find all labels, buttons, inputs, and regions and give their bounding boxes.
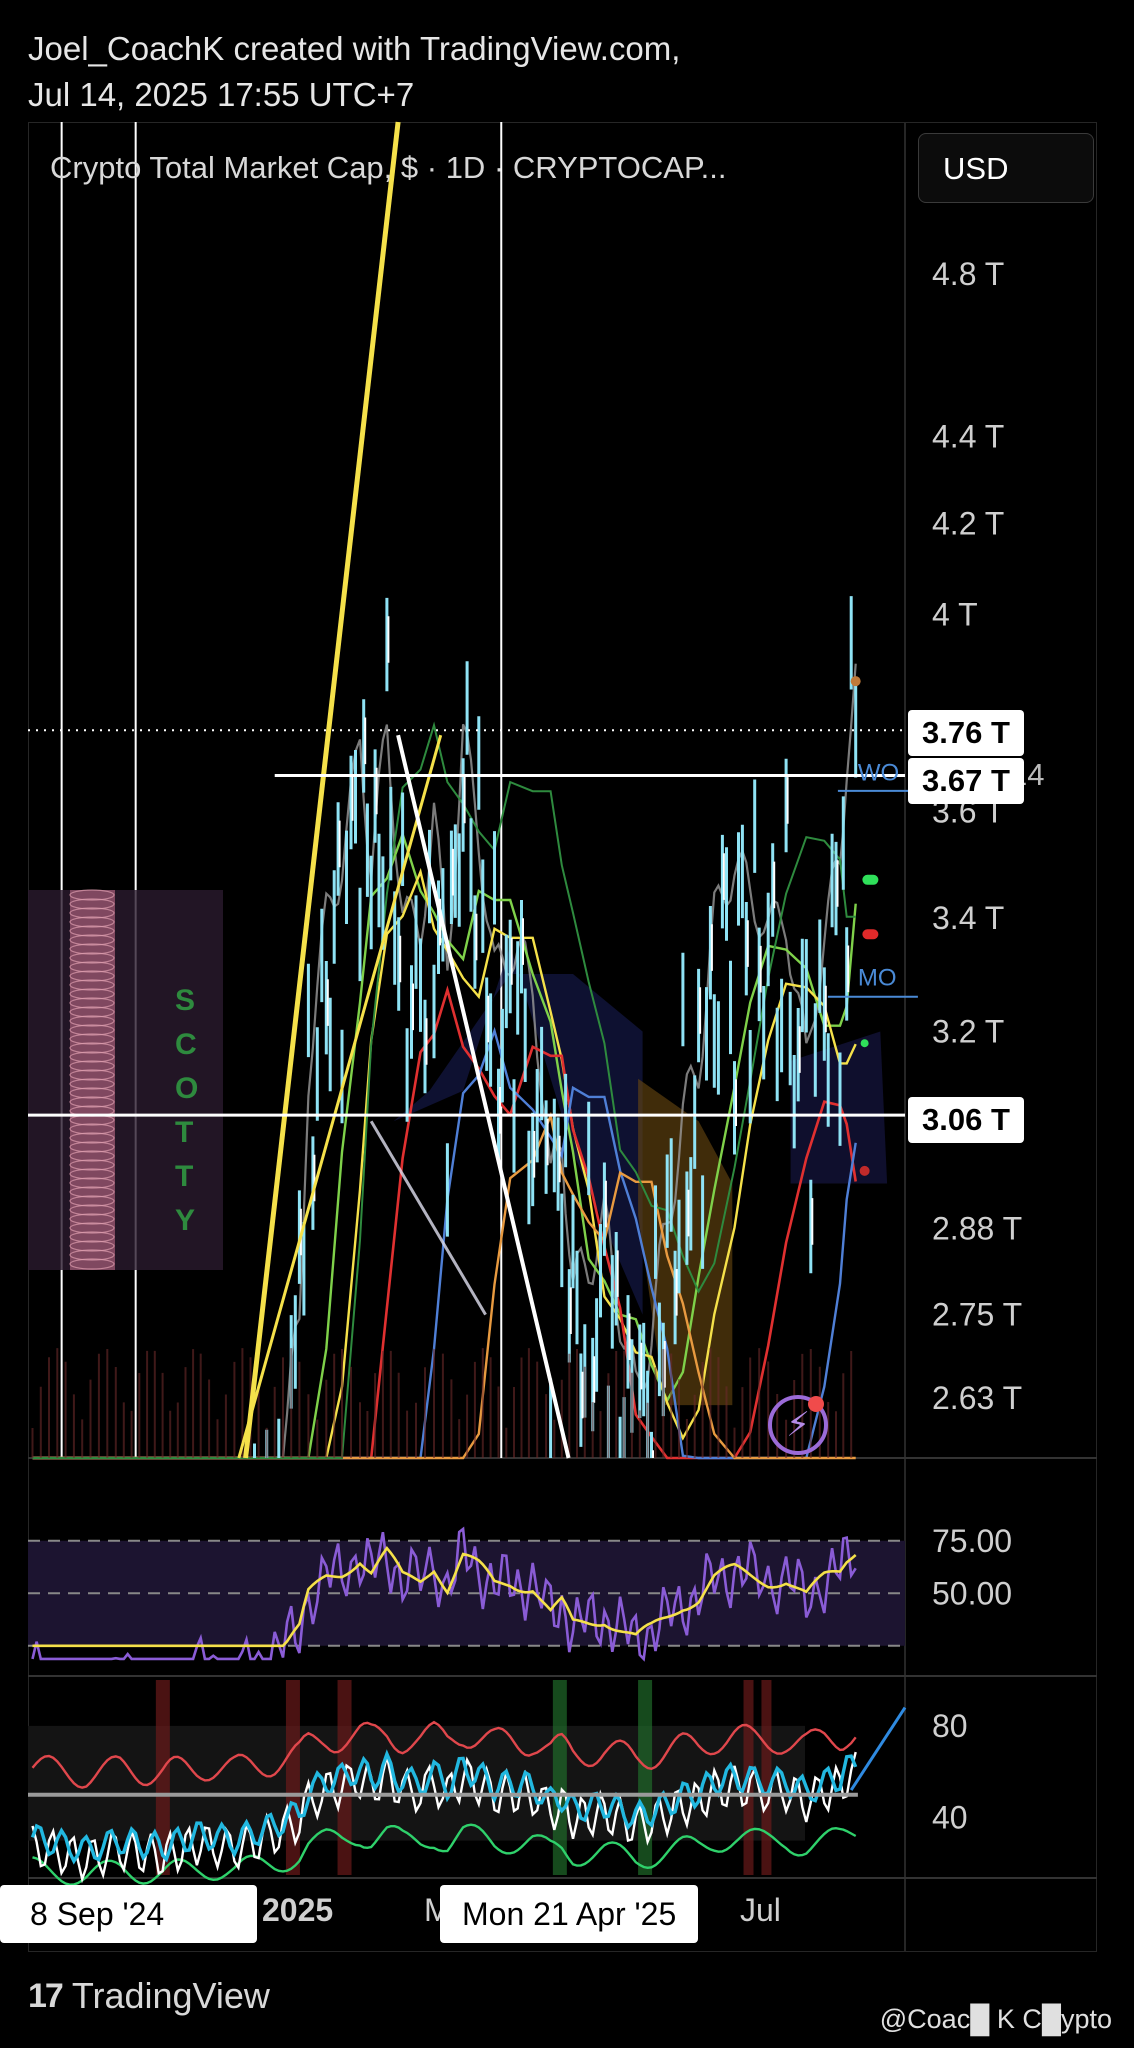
level-low-tag: 3.06 T [908,1097,1024,1143]
date-tag-center: Mon 21 Apr '25 [440,1885,699,1943]
last-price-tag: 3.76 T [908,710,1024,756]
rsi-tick-label: 50.00 [932,1575,1012,1611]
price-peak-dot [850,676,861,687]
signal-dot-green [860,1039,869,1048]
author-watermark: @Coac█ K C█ypto [879,2004,1112,2034]
price-tick-label: 2.63 T [932,1380,1022,1416]
chart-title: Crypto Total Market Cap, $ · 1D · CRYPTO… [50,150,727,185]
tradingview-logo[interactable]: 17 TradingView [28,1975,270,2017]
price-tick-label: 4 T [932,597,978,633]
vertical-text-letter: T [175,1160,193,1193]
wo-label: WO [858,760,899,787]
date-tag-left: 8 Sep '24 [0,1885,257,1943]
time-label-jul: Jul [740,1892,781,1928]
osc-projection [849,1706,907,1791]
vertical-text-letter: S [175,984,195,1017]
currency-button[interactable]: USD [918,133,1094,203]
price-tick-label: 3.4 T [932,900,1004,936]
vertical-text-letter: T [175,1116,193,1149]
price-tick-label: 2.75 T [932,1297,1022,1333]
price-tick-label: 3.2 T [932,1014,1004,1050]
vertical-text-letter: C [175,1028,197,1061]
tradingview-logo-text: TradingView [71,1975,270,2016]
vertical-text-letter: Y [175,1204,195,1237]
osc-highlight-1 [285,1680,300,1875]
chart-canvas[interactable]: 4.8 T4.4 T4.2 T4 T3.6 T3.4 T3.2 T2.88 T2… [0,0,1134,2048]
signal-green [862,874,879,885]
price-tick-label: 4.4 T [932,419,1004,455]
time-label-2025: 2025 [262,1892,334,1928]
price-tick-label: 4.2 T [932,505,1004,541]
tradingview-logo-mark: 17 [28,1976,64,2015]
osc-tick-label: 80 [932,1708,968,1744]
rsi-tick-label: 75.00 [932,1523,1012,1559]
mo-label: MO [858,964,897,991]
osc-highlight-6 [761,1680,772,1875]
price-tick-label: 4.8 T [932,256,1004,292]
notification-dot [808,1396,824,1412]
osc-tick-label: 40 [932,1800,968,1836]
level-high-tag: 3.67 T [908,758,1024,804]
signal-dot-red [859,1165,870,1176]
osc-highlight-4 [638,1680,653,1875]
vertical-text-letter: O [175,1072,198,1105]
signal-red [862,929,879,940]
price-tick-label: 2.88 T [932,1210,1022,1246]
